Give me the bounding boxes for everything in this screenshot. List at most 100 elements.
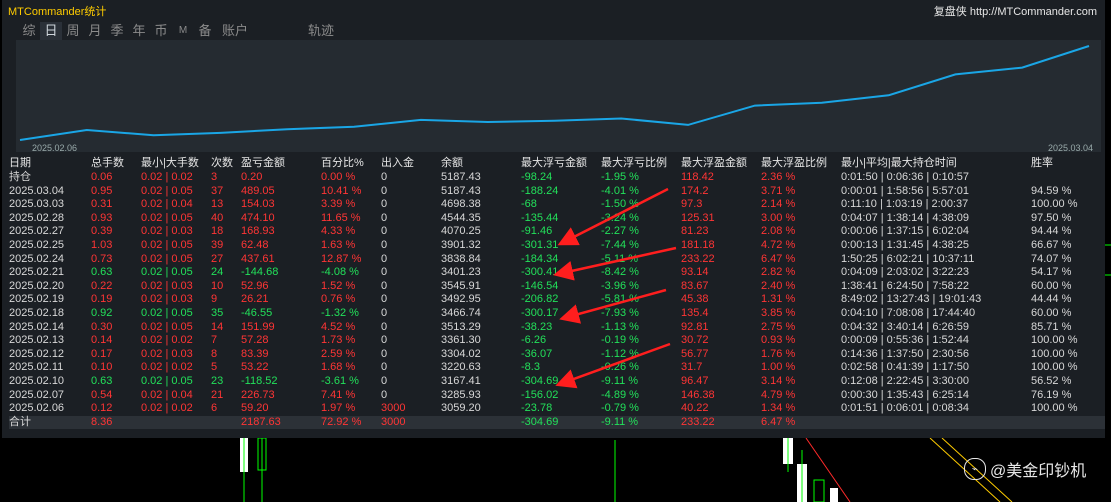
cell-date: 2025.02.07 [9, 388, 65, 401]
cell-date: 2025.03.03 [9, 198, 65, 211]
cell-count: 5 [211, 361, 218, 374]
table-row[interactable]: 2025.02.20 0.22 0.02 | 0.03 10 52.96 1.52 % 0 3… [9, 280, 1105, 294]
cell-mlp: -1.50 % [601, 198, 639, 211]
cell-pl: 154.03 [241, 198, 275, 211]
header-date[interactable]: 日期 [9, 157, 31, 171]
cell-minmax: 0.02 | 0.03 [141, 293, 193, 306]
cell-ml: -304.69 [521, 374, 559, 387]
cell-mpp: 2.36 % [761, 171, 796, 183]
tab-account[interactable]: 账户 [216, 22, 254, 40]
cell-io: 3000 [381, 402, 406, 415]
header-win-rate[interactable]: 胜率 [1031, 157, 1053, 171]
header-max-profit[interactable]: 最大浮盈金额 [681, 157, 747, 171]
table-row[interactable]: 2025.02.24 0.73 0.02 | 0.05 27 437.61 12.87 %… [9, 253, 1105, 267]
cell-mp: 93.14 [681, 266, 709, 279]
cell-ml: -184.34 [521, 252, 559, 265]
cell-lots: 0.17 [91, 347, 113, 360]
cell-minmax: 0.02 | 0.05 [141, 266, 193, 279]
table-row[interactable]: 2025.02.19 0.19 0.02 | 0.03 9 26.21 0.76 % 0 34… [9, 293, 1105, 307]
cell-mlp: -7.93 % [601, 306, 639, 319]
cell-time: 0:00:06 | 1:37:15 | 6:02:04 [841, 225, 970, 238]
tab-currency[interactable]: 币 [150, 22, 172, 40]
header-max-loss-pct[interactable]: 最大浮亏比例 [601, 157, 667, 171]
table-row[interactable]: 2025.02.06 0.12 0.02 | 0.02 6 59.20 1.97 % 300… [9, 402, 1105, 416]
header-io[interactable]: 出入金 [381, 157, 414, 171]
cell-bal: 3545.91 [441, 279, 481, 292]
cell-mlp: -9.11 % [601, 415, 639, 428]
table-row[interactable]: 2025.02.07 0.54 0.02 | 0.04 21 226.73 7.41 % 0… [9, 389, 1105, 403]
tab-yearly[interactable]: 年 [128, 22, 150, 40]
cell-count: 10 [211, 279, 224, 292]
table-row[interactable]: 2025.02.13 0.14 0.02 | 0.02 7 57.28 1.73 % 0 33… [9, 334, 1105, 348]
header-max-profit-pct[interactable]: 最大浮盈比例 [761, 157, 827, 171]
cell-io: 3000 [381, 415, 406, 428]
cell-pct: 4.52 % [321, 320, 356, 333]
cell-ml: -304.69 [521, 415, 559, 428]
total-row[interactable]: 合计 8.36 2187.63 72.92 % 3000 -304.69 -9.11 % 23… [9, 415, 1105, 430]
tab-monthly[interactable]: 月 [84, 22, 106, 40]
cell-ml: -91.46 [521, 225, 553, 238]
table-row[interactable]: 2025.02.28 0.93 0.02 | 0.05 40 474.10 11.65 %… [9, 212, 1105, 226]
cell-lots: 0.95 [91, 184, 113, 197]
header-balance[interactable]: 余额 [441, 157, 463, 171]
cell-pl: 0.20 [241, 171, 263, 183]
cell-io: 0 [381, 198, 388, 211]
cell-mp: 174.2 [681, 184, 709, 197]
cell-mp: 146.38 [681, 388, 715, 401]
cell-mp: 83.67 [681, 279, 709, 292]
tab-trajectory[interactable]: 轨迹 [302, 22, 340, 40]
tab-notes[interactable]: 备 [194, 22, 216, 40]
cell-pl: 226.73 [241, 388, 275, 401]
cell-mpp: 4.79 % [761, 388, 796, 401]
cell-bal: 3167.41 [441, 374, 481, 387]
cell-pl: 474.10 [241, 211, 275, 224]
cell-count: 23 [211, 374, 224, 387]
tab-quarterly[interactable]: 季 [106, 22, 128, 40]
header-minmax[interactable]: 最小|大手数 [141, 157, 199, 171]
header-hold-time[interactable]: 最小|平均|最大持仓时间 [841, 157, 957, 171]
table-row[interactable]: 2025.02.12 0.17 0.02 | 0.03 8 83.39 2.59 % 0 33… [9, 348, 1105, 362]
cell-count: 35 [211, 306, 224, 319]
site-link[interactable]: 复盘侠 http://MTCommander.com [934, 3, 1097, 19]
header-pl[interactable]: 盈亏金额 [241, 157, 285, 171]
table-row[interactable]: 2025.02.11 0.10 0.02 | 0.02 5 53.22 1.68 % 0 32… [9, 361, 1105, 375]
table-row[interactable]: 2025.02.14 0.30 0.02 | 0.05 14 151.99 4.52 % 0… [9, 321, 1105, 335]
tab-m[interactable]: M [172, 22, 194, 40]
cell-ml: -300.41 [521, 266, 559, 279]
cell-io: 0 [381, 334, 388, 347]
table-row[interactable]: 2025.02.25 1.03 0.02 | 0.05 39 62.48 1.63 % 0 3… [9, 239, 1105, 253]
cell-count: 40 [211, 211, 224, 224]
cell-time: 0:01:50 | 0:06:36 | 0:10:57 [841, 171, 970, 183]
table-row[interactable]: 2025.02.18 0.92 0.02 | 0.05 35 -46.55 -1.32 %… [9, 307, 1105, 321]
cell-minmax: 0.02 | 0.02 [141, 171, 193, 183]
holding-row[interactable]: 持仓 0.06 0.02 | 0.02 3 0.20 0.00 % 0 5187.43 -98.… [9, 171, 1105, 185]
cell-pct: 1.52 % [321, 279, 356, 292]
cell-time: 0:00:09 | 0:55:36 | 1:52:44 [841, 334, 970, 347]
table-row[interactable]: 2025.02.27 0.39 0.02 | 0.03 18 168.93 4.33 % 0… [9, 225, 1105, 239]
cell-mlp: -5.81 % [601, 293, 639, 306]
cell-win: 100.00 % [1031, 334, 1078, 347]
table-row[interactable]: 2025.03.03 0.31 0.02 | 0.04 13 154.03 3.39 % 0… [9, 198, 1105, 212]
table-row[interactable]: 2025.03.04 0.95 0.02 | 0.05 37 489.05 10.41 %… [9, 185, 1105, 199]
cell-count: 18 [211, 225, 224, 238]
cell-mpp: 3.14 % [761, 374, 796, 387]
header-max-loss[interactable]: 最大浮亏金额 [521, 157, 587, 171]
tab-daily[interactable]: 日 [40, 22, 62, 40]
header-count[interactable]: 次数 [211, 157, 233, 171]
cell-lots: 0.63 [91, 374, 113, 387]
cell-mp: 135.4 [681, 306, 709, 319]
table-row[interactable]: 2025.02.10 0.63 0.02 | 0.05 23 -118.52 -3.61 … [9, 375, 1105, 389]
cell-win: 76.19 % [1031, 388, 1072, 401]
tab-weekly[interactable]: 周 [62, 22, 84, 40]
header-pct[interactable]: 百分比% [321, 157, 364, 171]
balance-line [19, 45, 1090, 141]
header-lots[interactable]: 总手数 [91, 157, 124, 171]
cell-bal: 3304.02 [441, 347, 481, 360]
cell-mlp: -1.12 % [601, 347, 639, 360]
cell-minmax: 0.02 | 0.03 [141, 225, 193, 238]
cell-time: 0:04:32 | 3:40:14 | 6:26:59 [841, 320, 970, 333]
cell-win: 60.00 % [1031, 306, 1072, 319]
cell-io: 0 [381, 374, 388, 387]
tab-overview[interactable]: 综 [18, 22, 40, 40]
table-row[interactable]: 2025.02.21 0.63 0.02 | 0.05 24 -144.68 -4.08 … [9, 266, 1105, 280]
